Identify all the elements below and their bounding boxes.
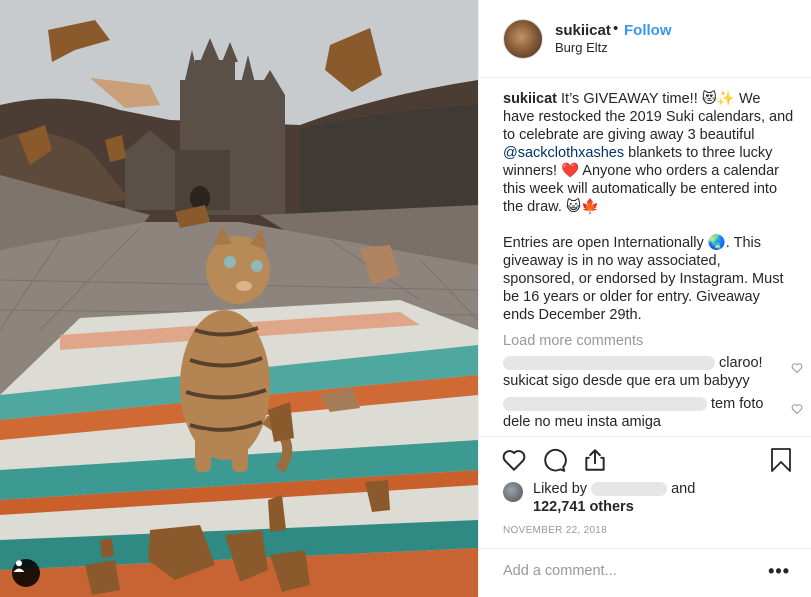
- redacted-username: [503, 356, 715, 371]
- liked-by-prefix: Liked by: [533, 481, 588, 497]
- more-options-button[interactable]: •••: [768, 561, 790, 582]
- heart-icon[interactable]: [501, 447, 527, 473]
- username-link[interactable]: sukiicat: [555, 22, 611, 39]
- post-photo[interactable]: [0, 0, 478, 597]
- comments-area: sukiicat It’s GIVEAWAY time!! 😻✨ We have…: [503, 90, 803, 431]
- caption-username[interactable]: sukiicat: [503, 91, 557, 107]
- avatar[interactable]: [503, 19, 543, 59]
- follow-button[interactable]: Follow: [624, 22, 672, 39]
- bookmark-icon[interactable]: [769, 447, 793, 473]
- add-comment-bar: •••: [479, 548, 811, 597]
- redacted-username: [503, 397, 707, 412]
- small-heart-icon[interactable]: [791, 403, 803, 415]
- caption-paragraph-2: Entries are open Internationally 🌏. This…: [503, 235, 784, 323]
- user-tag-button[interactable]: [12, 559, 40, 587]
- liked-by-suffix: and: [671, 481, 696, 497]
- caption-mention-link[interactable]: @sackclothxashes: [503, 145, 624, 161]
- caption: sukiicat It’s GIVEAWAY time!! 😻✨ We have…: [503, 90, 795, 324]
- share-icon[interactable]: [582, 447, 608, 473]
- load-more-comments-button[interactable]: Load more comments: [503, 333, 795, 349]
- liker-avatar[interactable]: [503, 482, 523, 502]
- comment-bubble-icon[interactable]: [541, 447, 567, 473]
- location-link[interactable]: Burg Eltz: [555, 40, 608, 55]
- small-heart-icon[interactable]: [791, 362, 803, 374]
- comment-item: tem foto dele no meu insta amiga: [503, 395, 803, 431]
- post-details-panel: sukiicat • Follow Burg Eltz sukiicat It’…: [478, 0, 811, 597]
- post-date[interactable]: NOVEMBER 22, 2018: [503, 525, 607, 536]
- post-photo-illustration: [0, 0, 478, 597]
- liked-by-line: Liked by and: [533, 481, 695, 497]
- comment-item: claroo! sukicat sigo desde que era um ba…: [503, 354, 803, 390]
- post-header: sukiicat • Follow Burg Eltz: [479, 0, 811, 78]
- add-comment-input[interactable]: [503, 563, 753, 579]
- likes-count-link[interactable]: 122,741 others: [533, 499, 634, 515]
- redacted-liker-username[interactable]: [591, 482, 668, 497]
- action-bar: [479, 436, 811, 472]
- user-tag-icon: [13, 560, 25, 572]
- separator-dot: •: [613, 20, 619, 37]
